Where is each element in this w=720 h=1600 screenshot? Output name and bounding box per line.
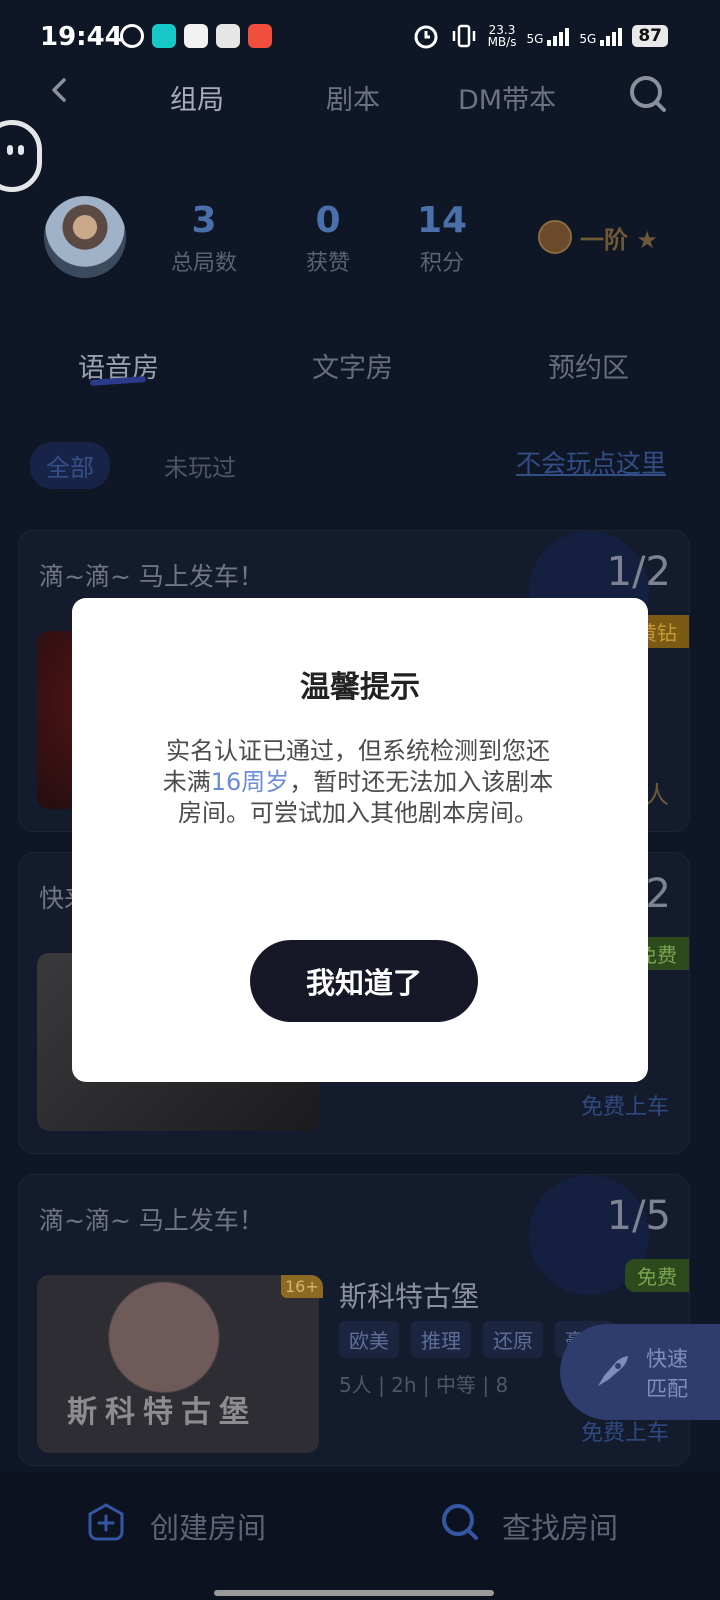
acknowledge-button[interactable]: 我知道了 <box>250 940 478 1022</box>
dialog-message: 实名认证已通过，但系统检测到您还未满16周岁，暂时还无法加入该剧本房间。可尝试加… <box>158 736 558 829</box>
dialog-title: 温馨提示 <box>300 670 420 705</box>
dialog-age-highlight: 16周岁 <box>210 768 290 796</box>
age-warning-dialog: 温馨提示 实名认证已通过，但系统检测到您还未满16周岁，暂时还无法加入该剧本房间… <box>72 598 648 1082</box>
